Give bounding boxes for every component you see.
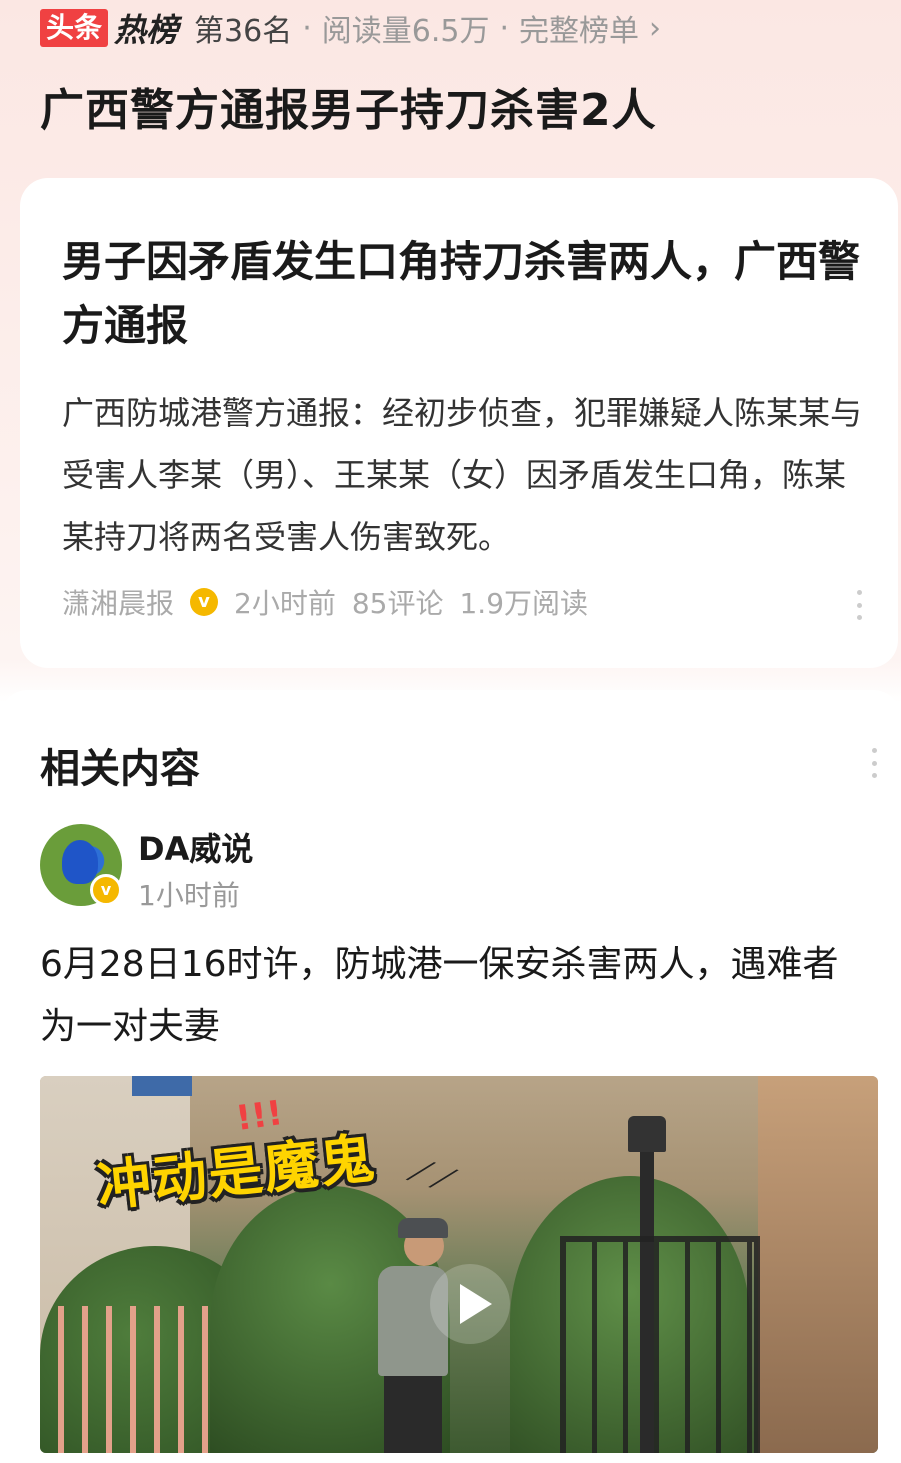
fence-image xyxy=(40,1306,220,1453)
burst-lines-icon: ⟋⟋ xyxy=(402,1149,461,1203)
chevron-right-icon[interactable]: › xyxy=(649,11,661,46)
news-source[interactable]: 潇湘晨报 xyxy=(62,582,174,622)
separator-dot: · xyxy=(302,10,312,46)
security-guard-figure xyxy=(360,1218,448,1453)
news-title[interactable]: 男子因矛盾发生口角持刀杀害两人，广西警方通报 xyxy=(62,230,862,358)
hot-list-header: 头条 热榜 第36名 · 阅读量6.5万 · 完整榜单 › xyxy=(40,6,661,50)
author-name[interactable]: DA威说 xyxy=(138,824,253,870)
more-vertical-icon[interactable] xyxy=(871,748,877,778)
lamp-image xyxy=(628,1116,666,1152)
video-thumbnail[interactable]: !!! 冲动是魔鬼 ⟋⟋ xyxy=(40,1076,878,1453)
toutiao-hot-logo: 头条 热榜 xyxy=(40,5,178,51)
news-summary[interactable]: 广西防城港警方通报：经初步侦查，犯罪嫌疑人陈某某与受害人李某（男）、王某某（女）… xyxy=(62,382,862,568)
brand-toutiao: 头条 xyxy=(40,9,109,47)
related-section: 相关内容 v DA威说 1小时前 6月28日16时许，防城港一保安杀害两人，遇难… xyxy=(0,690,901,1463)
news-meta: 潇湘晨报 v 2小时前 85评论 1.9万阅读 xyxy=(62,582,588,622)
news-card[interactable]: 男子因矛盾发生口角持刀杀害两人，广西警方通报 广西防城港警方通报：经初步侦查，犯… xyxy=(20,178,898,668)
gate-image xyxy=(560,1236,760,1453)
street-sign-image xyxy=(132,1076,192,1096)
separator-dot: · xyxy=(499,10,510,46)
news-comments: 85评论 xyxy=(351,587,444,620)
more-vertical-icon[interactable] xyxy=(856,590,862,620)
author-time: 1小时前 xyxy=(138,879,240,912)
related-title: 相关内容 xyxy=(40,746,200,792)
news-time: 2小时前 xyxy=(234,587,336,620)
read-count: 阅读量6.5万 xyxy=(321,14,490,49)
bird-icon xyxy=(62,840,98,884)
post-text[interactable]: 6月28日16时许，防城港一保安杀害两人，遇难者为一对夫妻 xyxy=(40,934,860,1058)
verified-badge-icon: v xyxy=(90,874,122,906)
full-list-link[interactable]: 完整榜单 xyxy=(519,6,639,50)
building-image xyxy=(758,1076,878,1453)
brand-hot: 热榜 xyxy=(114,11,179,49)
verified-badge-icon: v xyxy=(190,588,219,616)
play-icon[interactable] xyxy=(430,1264,510,1344)
topic-title[interactable]: 广西警方通报男子持刀杀害2人 xyxy=(40,74,657,138)
rank-label: 第36名 xyxy=(194,14,293,49)
news-reads: 1.9万阅读 xyxy=(459,587,589,620)
